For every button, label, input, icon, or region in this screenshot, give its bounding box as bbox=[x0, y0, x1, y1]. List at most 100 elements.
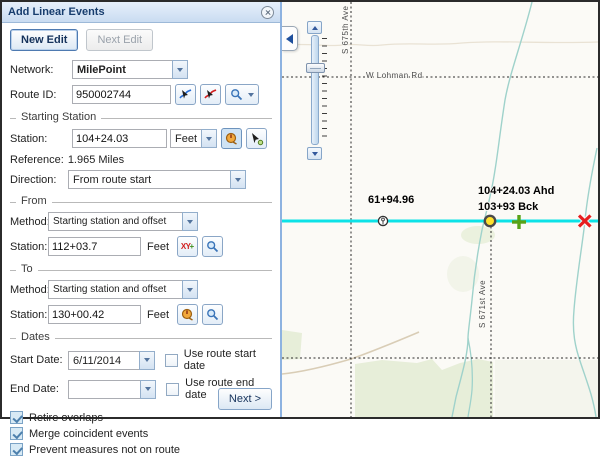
dates-legend: Dates bbox=[16, 331, 55, 343]
field-area bbox=[461, 226, 495, 244]
reference-label: Reference: bbox=[10, 154, 64, 166]
merge-coincident-checkbox[interactable] bbox=[10, 427, 23, 440]
zoom-in-button[interactable] bbox=[307, 21, 322, 34]
new-edit-button[interactable]: New Edit bbox=[10, 29, 78, 51]
zoom-slider-track[interactable] bbox=[311, 35, 319, 145]
chevron-down-icon bbox=[145, 387, 151, 391]
retire-overlaps-label: Retire overlaps bbox=[29, 412, 103, 424]
select-route-on-map-button[interactable] bbox=[175, 84, 196, 105]
use-route-start-date-checkbox[interactable] bbox=[165, 354, 178, 367]
chevron-left-icon bbox=[286, 34, 293, 44]
direction-value: From route start bbox=[68, 170, 230, 189]
chevron-down-icon bbox=[235, 178, 241, 182]
from-zoom-button[interactable] bbox=[202, 236, 223, 257]
start-date-row: Start Date: 6/11/2014 Use route start da… bbox=[10, 348, 272, 372]
from-method-row: Method: Starting station and offset bbox=[10, 212, 272, 231]
starting-station-row: Station: Feet bbox=[10, 128, 272, 149]
station-unit-select[interactable]: Feet bbox=[170, 129, 217, 148]
to-pick-station-button[interactable] bbox=[177, 304, 198, 325]
route-id-input[interactable] bbox=[72, 85, 171, 104]
to-zoom-button[interactable] bbox=[202, 304, 223, 325]
direction-dropdown-button[interactable] bbox=[230, 170, 246, 189]
from-xy-button[interactable]: XY+ bbox=[177, 236, 198, 257]
clear-route-selection-button[interactable] bbox=[200, 84, 221, 105]
road-label-s-675th-ave: S 675th Ave bbox=[341, 2, 350, 54]
add-linear-events-panel: Add Linear Events New Edit Next Edit Net… bbox=[2, 2, 282, 417]
pointer-node-icon bbox=[249, 131, 264, 146]
pick-station-on-map-button[interactable] bbox=[221, 128, 242, 149]
end-date-dropdown-button[interactable] bbox=[140, 380, 156, 399]
start-station-marker[interactable] bbox=[485, 216, 495, 226]
from-station-input[interactable] bbox=[48, 237, 141, 256]
ahead-plus-marker[interactable] bbox=[512, 215, 526, 229]
from-method-dropdown-button[interactable] bbox=[182, 212, 198, 231]
network-label: Network: bbox=[10, 64, 72, 76]
to-section: To Method: Starting station and offset S… bbox=[10, 270, 272, 325]
retire-overlaps-row: Retire overlaps bbox=[10, 411, 272, 424]
direction-label: Direction: bbox=[10, 174, 68, 186]
route-zoom-menu-button[interactable] bbox=[225, 84, 259, 105]
panel-body: New Edit Next Edit Network: MilePoint Ro… bbox=[2, 23, 280, 417]
direction-select[interactable]: From route start bbox=[68, 170, 246, 189]
use-route-start-date-label: Use route start date bbox=[184, 348, 272, 372]
from-station-row: Station: Feet XY+ bbox=[10, 236, 272, 257]
method-label: Method: bbox=[10, 284, 48, 296]
from-method-select[interactable]: Starting station and offset bbox=[48, 212, 198, 231]
prevent-measures-label: Prevent measures not on route bbox=[29, 444, 180, 456]
next-button[interactable]: Next > bbox=[218, 388, 272, 410]
start-date-dropdown-button[interactable] bbox=[139, 351, 155, 370]
end-date-value bbox=[68, 380, 140, 399]
prevent-measures-checkbox[interactable] bbox=[10, 443, 23, 456]
station-label-reference: 61+94.96 bbox=[368, 194, 414, 206]
select-point-button[interactable] bbox=[246, 128, 267, 149]
merge-coincident-label: Merge coincident events bbox=[29, 428, 148, 440]
method-label: Method: bbox=[10, 216, 48, 228]
to-method-dropdown-button[interactable] bbox=[182, 280, 198, 299]
panel-title: Add Linear Events bbox=[8, 6, 261, 18]
station-label-back: 103+93 Bck bbox=[478, 201, 538, 213]
map-graphics bbox=[282, 2, 598, 417]
network-value: MilePoint bbox=[72, 60, 172, 79]
to-method-select[interactable]: Starting station and offset bbox=[48, 280, 198, 299]
from-station-label: Station: bbox=[10, 241, 48, 253]
start-date-value: 6/11/2014 bbox=[68, 351, 139, 370]
network-row: Network: MilePoint bbox=[10, 60, 272, 79]
from-unit-label: Feet bbox=[147, 241, 173, 253]
network-dropdown-button[interactable] bbox=[172, 60, 188, 79]
magnifier-icon bbox=[206, 240, 219, 253]
to-station-label: Station: bbox=[10, 309, 48, 321]
chevron-up-icon bbox=[312, 26, 318, 30]
plus-icon: + bbox=[190, 242, 195, 251]
zoom-slider-handle[interactable] bbox=[306, 63, 325, 73]
use-route-end-date-checkbox[interactable] bbox=[166, 383, 179, 396]
from-legend: From bbox=[16, 195, 52, 207]
next-edit-button[interactable]: Next Edit bbox=[86, 29, 153, 51]
route-id-row: Route ID: bbox=[10, 84, 272, 105]
close-icon[interactable] bbox=[261, 6, 274, 19]
network-select[interactable]: MilePoint bbox=[72, 60, 188, 79]
panel-header[interactable]: Add Linear Events bbox=[2, 2, 280, 23]
reference-point-marker[interactable] bbox=[378, 216, 387, 225]
unit-dropdown-button[interactable] bbox=[201, 129, 217, 148]
end-date-picker[interactable] bbox=[68, 380, 156, 399]
magnifier-icon bbox=[230, 88, 243, 101]
retire-overlaps-checkbox[interactable] bbox=[10, 411, 23, 424]
magnifier-icon bbox=[206, 308, 219, 321]
starting-station-input[interactable] bbox=[72, 129, 167, 148]
to-station-row: Station: Feet bbox=[10, 304, 272, 325]
chevron-down-icon bbox=[187, 288, 193, 292]
collapse-panel-tab[interactable] bbox=[282, 26, 298, 51]
map-canvas[interactable]: W Lohman Rd S 675th Ave S 671st Ave 61+9… bbox=[282, 2, 598, 417]
start-date-label: Start Date: bbox=[10, 354, 68, 366]
app-window: Add Linear Events New Edit Next Edit Net… bbox=[0, 0, 600, 419]
chevron-down-icon bbox=[187, 220, 193, 224]
road-label-s-671st-ave: S 671st Ave bbox=[478, 254, 487, 328]
to-station-input[interactable] bbox=[48, 305, 141, 324]
chevron-down-icon bbox=[144, 358, 150, 362]
edit-toolbar: New Edit Next Edit bbox=[10, 29, 272, 51]
contour-line bbox=[282, 42, 598, 46]
station-label-ahead: 104+24.03 Ahd bbox=[478, 185, 554, 197]
zoom-slider-ticks bbox=[322, 38, 327, 143]
start-date-picker[interactable]: 6/11/2014 bbox=[68, 351, 155, 370]
zoom-out-button[interactable] bbox=[307, 147, 322, 160]
